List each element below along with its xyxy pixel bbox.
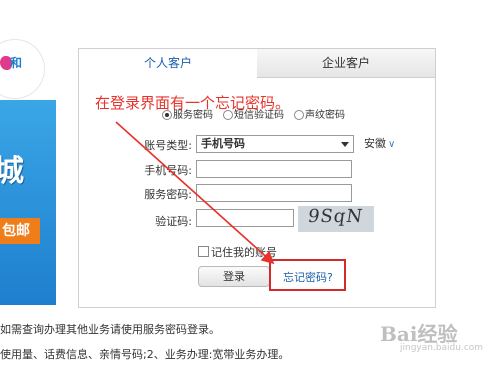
note-line-1: 如需查询办理其他业务请使用服务密码登录。	[0, 323, 220, 336]
watermark-url: jingyan.baidu.com	[400, 343, 484, 353]
annotation-arrow-icon	[115, 121, 275, 265]
note-line-2: 使用量、话费信息、亲情号码;2、业务办理:宽带业务办理。	[0, 348, 290, 361]
